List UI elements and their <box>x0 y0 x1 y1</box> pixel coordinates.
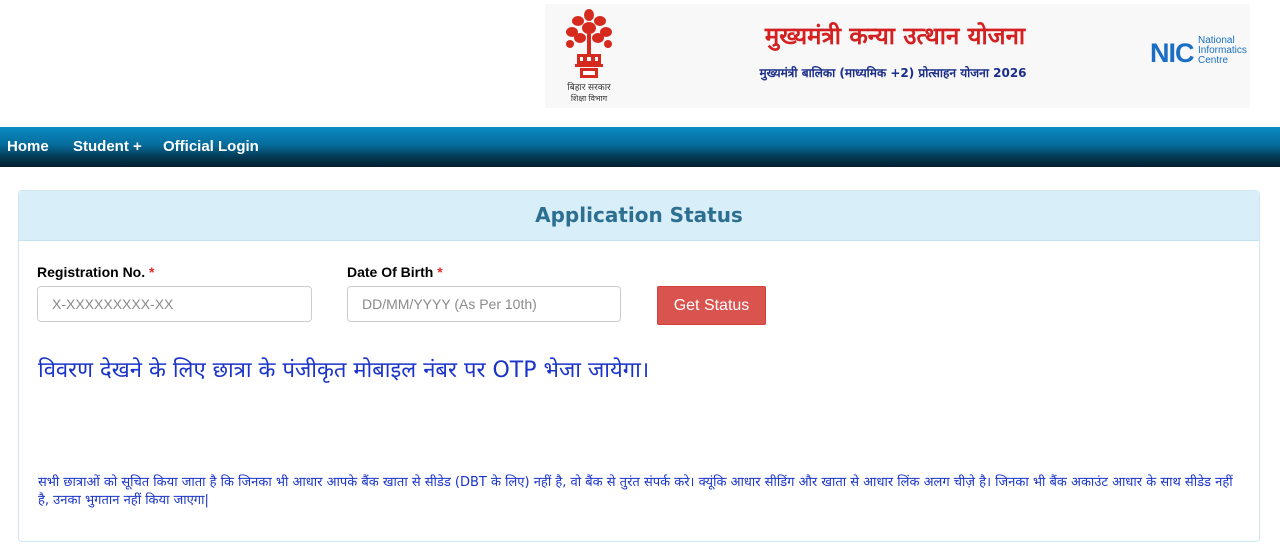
bodhi-tree-emblem-icon <box>566 9 612 78</box>
get-status-button[interactable]: Get Status <box>657 286 766 325</box>
nic-logo: NIC National Informatics Centre <box>1150 34 1247 74</box>
registration-label: Registration No. * <box>37 263 154 281</box>
nic-text-line-3: Centre <box>1198 55 1229 66</box>
registration-number-input[interactable] <box>37 286 312 322</box>
date-of-birth-input[interactable] <box>347 286 621 322</box>
emblem-caption-bihar: बिहार सरकार <box>567 82 611 92</box>
dob-label-text: Date Of Birth <box>347 264 434 280</box>
panel-title: Application Status <box>535 203 743 227</box>
main-navbar: Home Student + Official Login <box>0 127 1280 167</box>
emblem-caption-department: शिक्षा विभाग <box>570 94 608 103</box>
nav-item-official-login[interactable]: Official Login <box>163 127 259 167</box>
nic-text: National Informatics Centre <box>1198 36 1247 66</box>
scheme-subtitle: मुख्यमंत्री बालिका (माध्यमिक +2) प्रोत्स… <box>759 66 1027 80</box>
dob-label: Date Of Birth * <box>347 263 443 281</box>
scheme-title: मुख्यमंत्री कन्या उत्थान योजना <box>764 22 1026 50</box>
site-header: बिहार सरकार शिक्षा विभाग मुख्यमंत्री कन्… <box>0 0 1280 127</box>
nav-item-student[interactable]: Student + <box>73 127 142 167</box>
registration-label-text: Registration No. <box>37 264 146 280</box>
application-status-panel: Application Status Registration No. * Da… <box>18 190 1260 542</box>
nic-mark: NIC <box>1150 38 1194 68</box>
dbt-notice: सभी छात्राओं को सूचित किया जाता है कि जि… <box>38 475 1233 508</box>
panel-header: Application Status <box>19 191 1259 241</box>
otp-notice: विवरण देखने के लिए छात्रा के पंजीकृत मोब… <box>38 358 650 383</box>
nav-item-home[interactable]: Home <box>7 127 49 167</box>
required-asterisk: * <box>437 264 443 280</box>
bihar-government-emblem: बिहार सरकार शिक्षा विभाग <box>566 8 612 106</box>
required-asterisk: * <box>149 264 155 280</box>
